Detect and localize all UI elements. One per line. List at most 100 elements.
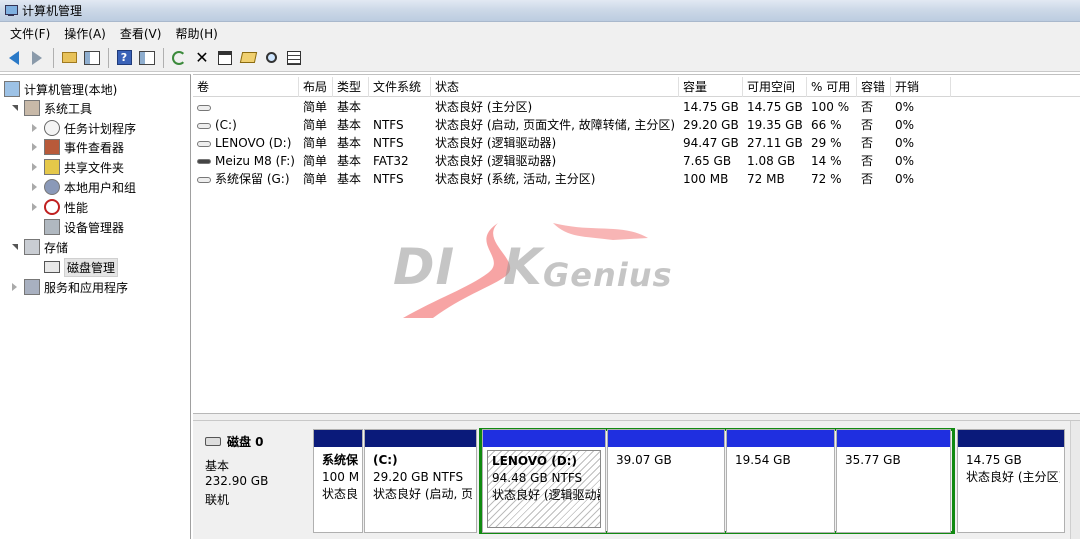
disk-0-label[interactable]: 磁盘 0 基本 232.90 GB 联机 — [197, 429, 307, 535]
watermark-text-right: Genius — [543, 256, 673, 294]
tree-item-root[interactable]: 计算机管理(本地) — [4, 79, 117, 99]
cell-layout: 简单 — [299, 116, 333, 134]
partition-logical-2[interactable]: 19.54 GB — [726, 429, 835, 533]
tree-item-system-tools[interactable]: 系统工具 — [10, 98, 92, 118]
cell-type: 基本 — [333, 152, 369, 170]
volume-row[interactable]: 系统保留 (G:) 简单 基本 NTFS 状态良好 (系统, 活动, 主分区) 100 M… — [193, 170, 1080, 188]
expand-icon[interactable] — [30, 142, 40, 152]
tree-item-event-viewer[interactable]: 事件查看器 — [30, 137, 124, 157]
menu-file[interactable]: 文件(F) — [3, 25, 57, 42]
show-hide-tree-button[interactable] — [81, 47, 103, 69]
cell-text: 14.75 GB — [683, 100, 739, 114]
cell-free-space: 27.11 GB — [743, 134, 807, 152]
cell-text: (C:) — [215, 118, 237, 132]
cell-text: 基本 — [337, 172, 362, 186]
cell-status: 状态良好 (逻辑驱动器) — [431, 152, 679, 170]
back-button[interactable] — [3, 47, 25, 69]
column-header-overhead[interactable]: 开销 — [891, 77, 951, 97]
disk-name-text: 磁盘 0 — [227, 435, 264, 449]
tree-item-shared-folders[interactable]: 共享文件夹 — [30, 157, 124, 177]
tree-item-local-users[interactable]: 本地用户和组 — [30, 177, 136, 197]
volume-row[interactable]: LENOVO (D:) 简单 基本 NTFS 状态良好 (逻辑驱动器) 94.47 GB 2… — [193, 134, 1080, 152]
volume-row[interactable]: Meizu M8 (F:) 简单 基本 FAT32 状态良好 (逻辑驱动器) 7.65 G… — [193, 152, 1080, 170]
cell-layout: 简单 — [299, 152, 333, 170]
volume-row[interactable]: 简单 基本 状态良好 (主分区) 14.75 GB 14.75 GB 100 % 否 0% — [193, 98, 1080, 116]
column-header-free[interactable]: 可用空间 — [743, 77, 807, 97]
disk-view-scrollbar[interactable] — [1070, 421, 1080, 539]
delete-button[interactable]: ✕ — [191, 47, 213, 69]
tree-item-label: 任务计划程序 — [64, 121, 137, 136]
cell-filesystem — [369, 98, 431, 116]
column-header-volume[interactable]: 卷 — [193, 77, 299, 97]
column-header-filesystem[interactable]: 文件系统 — [369, 77, 431, 97]
tools-icon — [24, 100, 40, 116]
search-button[interactable] — [260, 47, 282, 69]
column-header-layout[interactable]: 布局 — [299, 77, 333, 97]
cell-text: 否 — [861, 118, 874, 132]
column-header-status[interactable]: 状态 — [431, 77, 679, 97]
cell-status: 状态良好 (启动, 页面文件, 故障转储, 主分区) — [431, 116, 679, 134]
tree-item-task-scheduler[interactable]: 任务计划程序 — [30, 118, 136, 138]
cell-pct-free: 14 % — [807, 152, 857, 170]
partition-bar — [958, 430, 1064, 447]
expand-icon[interactable] — [10, 282, 20, 292]
collapse-icon[interactable] — [10, 242, 20, 252]
cell-pct-free: 66 % — [807, 116, 857, 134]
partition-bar — [837, 430, 950, 447]
services-icon — [24, 279, 40, 295]
up-button[interactable] — [58, 47, 80, 69]
partition-c[interactable]: (C:) 29.20 GB NTFS 状态良好 (启动, 页 — [364, 429, 477, 533]
event-viewer-icon — [44, 139, 60, 155]
partition-system-reserved[interactable]: 系统保 100 M 状态良 — [313, 429, 363, 533]
partition-primary-last[interactable]: 14.75 GB 状态良好 (主分区) — [957, 429, 1065, 533]
disk-state: 联机 — [205, 493, 230, 507]
tree-item-device-manager[interactable]: 设备管理器 — [44, 217, 124, 237]
properties-button[interactable] — [214, 47, 236, 69]
tree-item-storage[interactable]: 存储 — [10, 237, 68, 257]
partition-body-selected: LENOVO (D:) 94.48 GB NTFS 状态良好 (逻辑驱动器 — [487, 450, 601, 528]
expand-icon[interactable] — [30, 202, 40, 212]
menu-view[interactable]: 查看(V) — [113, 25, 169, 42]
refresh-button[interactable] — [168, 47, 190, 69]
partition-body: 系统保 100 M 状态良 — [318, 450, 358, 528]
tree-item-performance[interactable]: 性能 — [30, 197, 88, 217]
column-header-pct-free[interactable]: % 可用 — [807, 77, 857, 97]
help-button[interactable]: ? — [113, 47, 135, 69]
partition-size: 19.54 GB — [735, 453, 791, 467]
expand-icon[interactable] — [30, 162, 40, 172]
partition-body: 39.07 GB — [612, 450, 720, 528]
cell-filesystem: NTFS — [369, 116, 431, 134]
cell-filesystem: NTFS — [369, 170, 431, 188]
column-header-fault-tolerance[interactable]: 容错 — [857, 77, 891, 97]
column-header-type[interactable]: 类型 — [333, 77, 369, 97]
expand-icon[interactable] — [30, 123, 40, 133]
partition-logical-3[interactable]: 35.77 GB — [836, 429, 951, 533]
cell-layout: 简单 — [299, 170, 333, 188]
volume-icon — [197, 122, 211, 129]
partition-title: (C:) — [373, 453, 398, 467]
column-header-capacity[interactable]: 容量 — [679, 77, 743, 97]
show-action-pane-button[interactable] — [136, 47, 158, 69]
forward-button[interactable] — [26, 47, 48, 69]
menu-help[interactable]: 帮助(H) — [168, 25, 224, 42]
partition-lenovo-d[interactable]: LENOVO (D:) 94.48 GB NTFS 状态良好 (逻辑驱动器 — [482, 429, 606, 533]
cell-text: 简单 — [303, 154, 328, 168]
collapse-icon[interactable] — [10, 103, 20, 113]
export-list-button[interactable] — [283, 47, 305, 69]
pane-splitter[interactable] — [193, 413, 1080, 421]
volume-row[interactable]: (C:) 简单 基本 NTFS 状态良好 (启动, 页面文件, 故障转储, 主分区) 29… — [193, 116, 1080, 134]
properties-icon — [218, 50, 232, 65]
partition-title: 系统保 — [322, 453, 358, 467]
open-button[interactable] — [237, 47, 259, 69]
device-manager-icon — [44, 219, 60, 235]
forward-icon — [32, 50, 42, 65]
partition-logical-1[interactable]: 39.07 GB — [607, 429, 725, 533]
partition-body: 35.77 GB — [841, 450, 946, 528]
cell-text: 基本 — [337, 154, 362, 168]
cell-type: 基本 — [333, 116, 369, 134]
partition-body: 19.54 GB — [731, 450, 830, 528]
menu-action[interactable]: 操作(A) — [57, 25, 113, 42]
expand-icon[interactable] — [30, 182, 40, 192]
tree-item-disk-management[interactable]: 磁盘管理 — [44, 257, 119, 277]
tree-item-services-apps[interactable]: 服务和应用程序 — [10, 277, 128, 297]
